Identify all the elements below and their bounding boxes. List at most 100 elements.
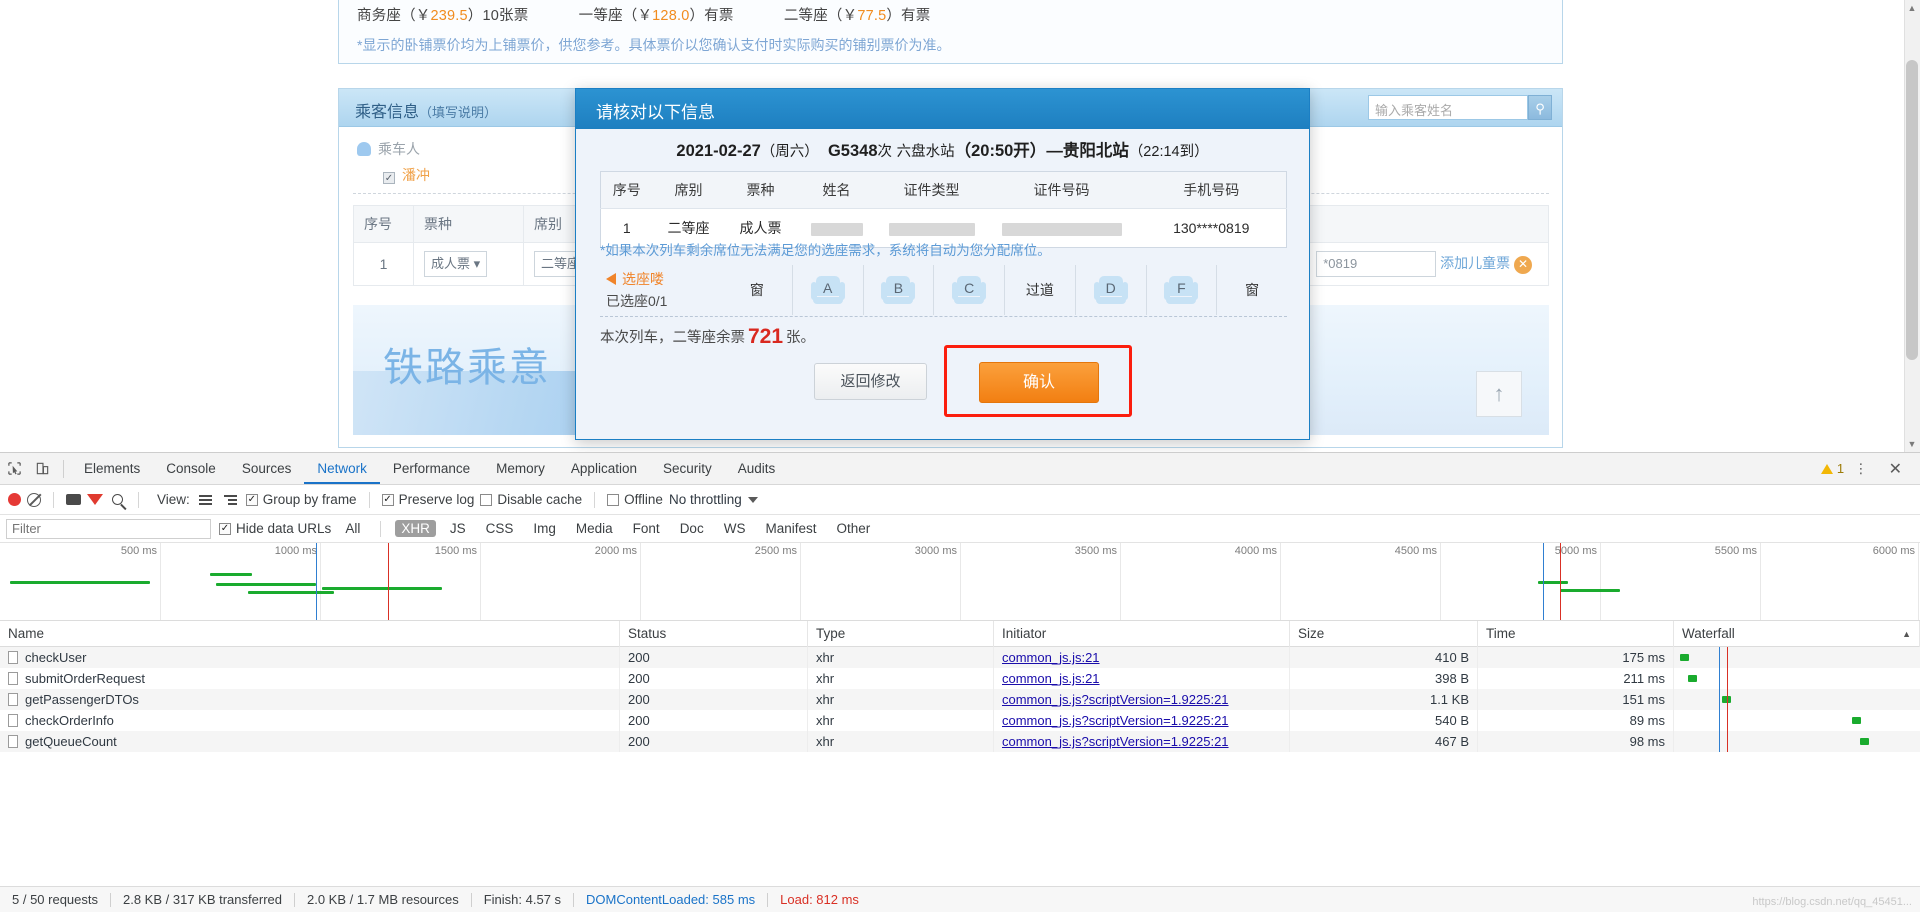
checkbox-icon[interactable] [480, 494, 492, 506]
seat-icon-d[interactable]: D [1094, 276, 1128, 304]
disable-cache-toggle[interactable]: Disable cache [480, 492, 582, 507]
cell-size: 1.1 KB [1290, 689, 1478, 710]
table-row[interactable]: getQueueCount 200 xhr common_js.js?scrip… [0, 731, 1920, 752]
tab-audits[interactable]: Audits [725, 453, 789, 484]
filter-type-js[interactable]: JS [444, 520, 472, 537]
table-row[interactable]: submitOrderRequest 200 xhr common_js.js:… [0, 668, 1920, 689]
throttling-select[interactable]: No throttling [669, 492, 758, 507]
initiator-link[interactable]: common_js.js:21 [1002, 650, 1100, 665]
camera-icon[interactable] [66, 494, 81, 505]
filter-input[interactable] [6, 519, 211, 539]
search-icon[interactable]: ⚲ [1528, 95, 1552, 120]
seat-cell-d[interactable]: D [1076, 265, 1147, 315]
filter-icon[interactable] [87, 494, 103, 505]
filter-type-all[interactable]: All [339, 520, 366, 537]
checkbox-icon[interactable]: ✓ [219, 523, 231, 535]
warning-indicator[interactable]: 1 [1821, 461, 1844, 476]
table-row[interactable]: checkOrderInfo 200 xhr common_js.js?scri… [0, 710, 1920, 731]
passenger-panel-title-sub[interactable]: （填写说明） [419, 105, 497, 120]
waterfall-view-icon[interactable] [221, 493, 240, 507]
initiator-link[interactable]: common_js.js?scriptVersion=1.9225:21 [1002, 734, 1229, 749]
scrollbar-thumb[interactable] [1906, 60, 1918, 360]
device-toolbar-icon[interactable] [28, 454, 56, 484]
seat-icon-a[interactable]: A [811, 276, 845, 304]
trip-train-number: G5348 [828, 142, 878, 160]
checkbox-icon[interactable] [607, 494, 619, 506]
cell-name[interactable]: checkUser [0, 647, 620, 668]
initiator-link[interactable]: common_js.js:21 [1002, 671, 1100, 686]
table-row[interactable]: getPassengerDTOs 200 xhr common_js.js?sc… [0, 689, 1920, 710]
offline-toggle[interactable]: Offline [607, 492, 663, 507]
seat-cell-c[interactable]: C [934, 265, 1005, 315]
seat-cell-f[interactable]: F [1147, 265, 1218, 315]
group-by-frame-toggle[interactable]: ✓ Group by frame [246, 492, 357, 507]
filter-type-font[interactable]: Font [627, 520, 666, 537]
filter-type-media[interactable]: Media [570, 520, 619, 537]
close-icon[interactable]: ✕ [1879, 459, 1912, 479]
cell-initiator[interactable]: common_js.js?scriptVersion=1.9225:21 [994, 731, 1290, 752]
filter-type-other[interactable]: Other [830, 520, 876, 537]
checkbox-icon[interactable]: ✓ [382, 494, 394, 506]
passenger-search-input[interactable]: 输入乘客姓名 [1368, 95, 1528, 120]
scroll-down-icon[interactable]: ▼ [1906, 438, 1918, 450]
ticket-type-select[interactable]: 成人票 ▾ [424, 251, 487, 277]
id-number-field[interactable]: *0819 [1316, 251, 1436, 277]
passenger-checkbox-row[interactable]: ✓潘冲 [383, 165, 430, 185]
tab-elements[interactable]: Elements [71, 453, 153, 484]
seat-icon-c[interactable]: C [952, 276, 986, 304]
scroll-up-icon[interactable]: ▲ [1906, 2, 1918, 14]
network-overview-timeline[interactable]: 500 ms 1000 ms 1500 ms 2000 ms 2500 ms 3… [0, 543, 1920, 621]
filter-type-manifest[interactable]: Manifest [759, 520, 822, 537]
tab-console[interactable]: Console [153, 453, 229, 484]
close-circle-icon[interactable]: ✕ [1514, 256, 1532, 274]
cell-name[interactable]: checkOrderInfo [0, 710, 620, 731]
col-type[interactable]: Type [808, 621, 994, 647]
tab-network[interactable]: Network [304, 453, 380, 484]
filter-type-img[interactable]: Img [527, 520, 562, 537]
filter-type-doc[interactable]: Doc [674, 520, 710, 537]
col-name[interactable]: Name [0, 621, 620, 647]
cell-name[interactable]: getPassengerDTOs [0, 689, 620, 710]
add-child-ticket-link[interactable]: 添加儿童票 [1440, 255, 1510, 271]
page-scrollbar[interactable]: ▲ ▼ [1904, 0, 1920, 452]
hide-data-urls-toggle[interactable]: ✓ Hide data URLs [219, 521, 331, 536]
tab-application[interactable]: Application [558, 453, 650, 484]
record-icon[interactable] [8, 493, 21, 506]
cell-initiator[interactable]: common_js.js:21 [994, 647, 1290, 668]
seat-cell-b[interactable]: B [864, 265, 935, 315]
col-initiator[interactable]: Initiator [994, 621, 1290, 647]
cell-name[interactable]: submitOrderRequest [0, 668, 620, 689]
tab-memory[interactable]: Memory [483, 453, 558, 484]
filter-type-css[interactable]: CSS [480, 520, 520, 537]
arrow-up-icon[interactable]: ↑ [1476, 371, 1522, 417]
filter-type-xhr[interactable]: XHR [395, 520, 436, 537]
cell-initiator[interactable]: common_js.js?scriptVersion=1.9225:21 [994, 710, 1290, 731]
tab-security[interactable]: Security [650, 453, 725, 484]
seat-cell-a[interactable]: A [793, 265, 864, 315]
table-row[interactable]: checkUser 200 xhr common_js.js:21 410 B … [0, 647, 1920, 668]
search-icon[interactable] [112, 494, 123, 505]
filter-type-ws[interactable]: WS [718, 520, 752, 537]
col-waterfall[interactable]: Waterfall ▲ [1674, 621, 1920, 647]
inspect-element-icon[interactable] [0, 454, 28, 484]
checkbox-icon[interactable]: ✓ [383, 172, 395, 184]
checkbox-icon[interactable]: ✓ [246, 494, 258, 506]
cell-initiator[interactable]: common_js.js:21 [994, 668, 1290, 689]
tab-sources[interactable]: Sources [229, 453, 305, 484]
col-status[interactable]: Status [620, 621, 808, 647]
cell-name[interactable]: getQueueCount [0, 731, 620, 752]
back-to-edit-button[interactable]: 返回修改 [814, 363, 927, 400]
list-view-icon[interactable] [196, 493, 215, 507]
col-time[interactable]: Time [1478, 621, 1674, 647]
initiator-link[interactable]: common_js.js?scriptVersion=1.9225:21 [1002, 692, 1229, 707]
tab-performance[interactable]: Performance [380, 453, 483, 484]
initiator-link[interactable]: common_js.js?scriptVersion=1.9225:21 [1002, 713, 1229, 728]
confirm-button[interactable]: 确认 [979, 362, 1099, 403]
preserve-log-toggle[interactable]: ✓ Preserve log [382, 492, 475, 507]
col-size[interactable]: Size [1290, 621, 1478, 647]
clear-icon[interactable] [27, 493, 41, 507]
cell-initiator[interactable]: common_js.js?scriptVersion=1.9225:21 [994, 689, 1290, 710]
more-options-icon[interactable]: ⋮ [1844, 461, 1879, 477]
seat-icon-f[interactable]: F [1164, 276, 1198, 304]
seat-icon-b[interactable]: B [881, 276, 915, 304]
